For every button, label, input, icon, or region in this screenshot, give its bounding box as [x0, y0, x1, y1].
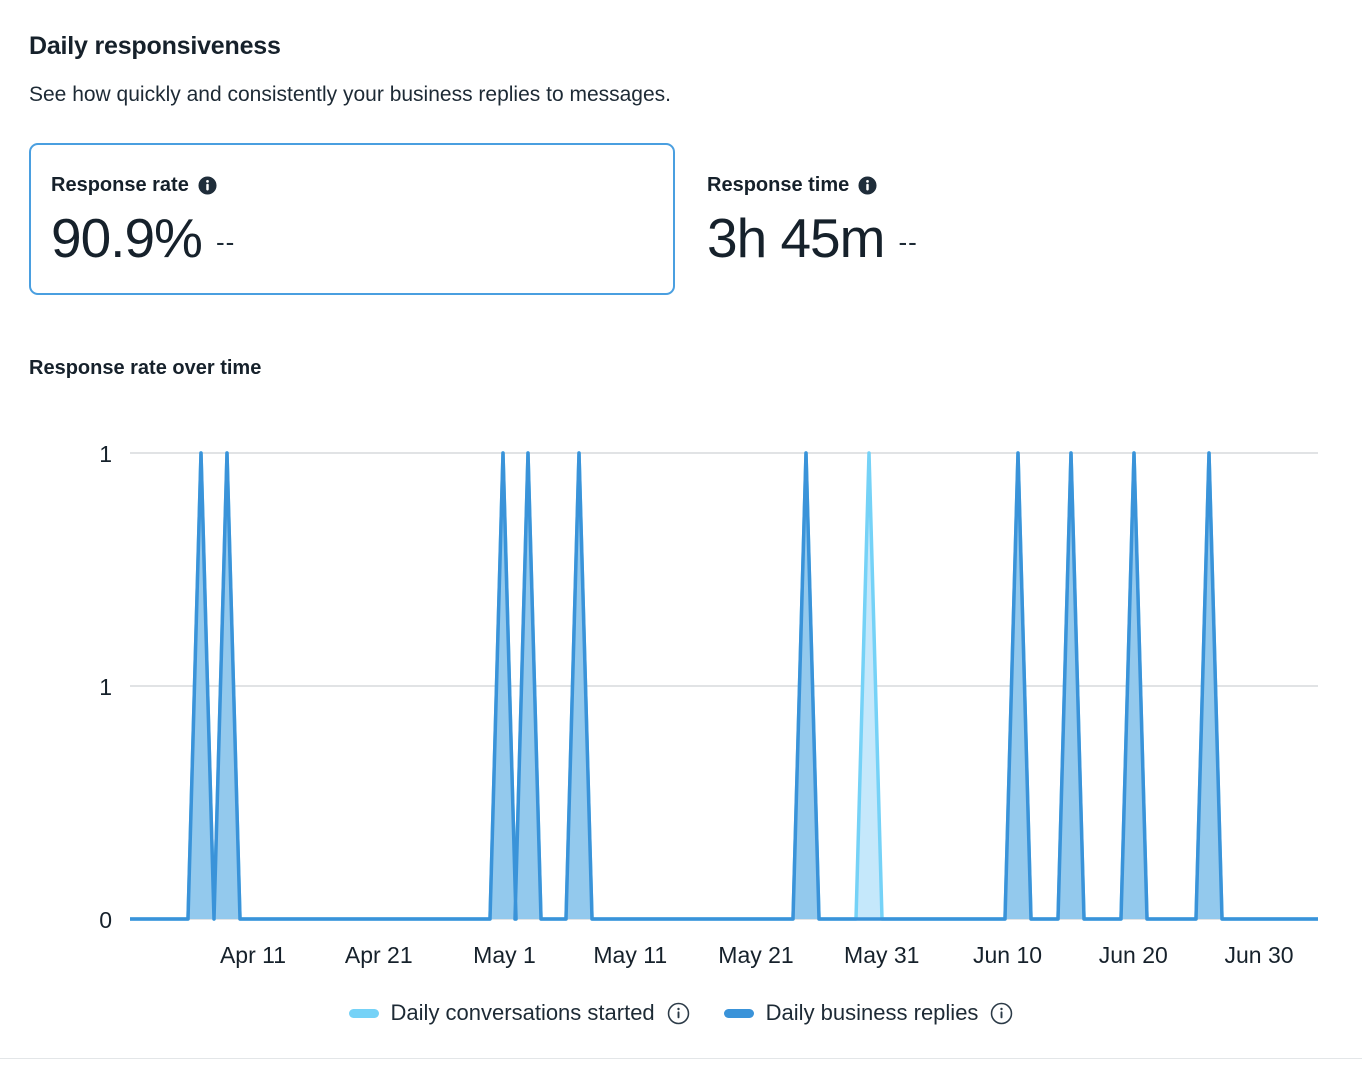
metric-label-row-response-rate: Response rate — [51, 172, 673, 198]
page-title: Daily responsiveness — [29, 32, 281, 60]
svg-text:Jun 20: Jun 20 — [1099, 942, 1168, 968]
svg-text:1: 1 — [99, 441, 112, 467]
info-outline-icon[interactable] — [667, 1002, 690, 1025]
info-outline-icon[interactable] — [990, 1002, 1013, 1025]
daily-responsiveness-panel: Daily responsiveness See how quickly and… — [0, 0, 1362, 1068]
chart-svg: 1 1 0 Apr 11 Apr 21 May 1 May 11 May 21 May 31 Ju… — [99, 441, 1318, 968]
svg-text:May 11: May 11 — [593, 942, 667, 968]
chart-legend: Daily conversations started Daily busine… — [0, 1000, 1362, 1026]
svg-text:Jun 30: Jun 30 — [1224, 942, 1293, 968]
metric-value-row-response-rate: 90.9% -- — [51, 207, 673, 269]
metric-card-response-rate[interactable]: Response rate 90.9% -- — [29, 143, 675, 295]
metric-label-row-response-time: Response time — [707, 172, 1319, 198]
svg-text:1: 1 — [99, 674, 112, 700]
page-subtitle: See how quickly and consistently your bu… — [29, 83, 671, 106]
info-filled-icon[interactable] — [198, 175, 217, 195]
legend-item-business-replies[interactable]: Daily business replies — [723, 1000, 1014, 1026]
svg-text:Jun 10: Jun 10 — [973, 942, 1042, 968]
response-rate-chart[interactable]: 1 1 0 Apr 11 Apr 21 May 1 May 11 May 21 May 31 Ju… — [0, 420, 1362, 1000]
metric-card-response-time[interactable]: Response time 3h 45m -- — [675, 143, 1321, 295]
metric-label-response-rate: Response rate — [51, 174, 189, 196]
legend-swatch-business-replies — [723, 1008, 754, 1018]
svg-text:May 21: May 21 — [718, 942, 793, 968]
legend-item-conversations-started[interactable]: Daily conversations started — [348, 1000, 690, 1026]
svg-text:Apr 21: Apr 21 — [345, 942, 413, 968]
svg-text:May 31: May 31 — [844, 942, 919, 968]
svg-text:Apr 11: Apr 11 — [220, 942, 286, 968]
metric-delta-response-rate: -- — [215, 227, 236, 257]
legend-swatch-conversations-started — [348, 1008, 379, 1018]
legend-label-business-replies: Daily business replies — [765, 1000, 979, 1025]
bottom-divider — [0, 1058, 1362, 1059]
svg-text:May 1: May 1 — [473, 942, 536, 968]
legend-label-conversations-started: Daily conversations started — [390, 1000, 655, 1025]
chart-title: Response rate over time — [29, 357, 262, 379]
metric-card-group: Response rate 90.9% -- Response time 3h … — [29, 143, 1321, 295]
svg-text:0: 0 — [99, 907, 112, 933]
metric-value-response-rate: 90.9% — [51, 207, 203, 269]
metric-delta-response-time: -- — [898, 227, 918, 257]
info-filled-icon[interactable] — [858, 175, 877, 195]
metric-value-row-response-time: 3h 45m -- — [707, 207, 1319, 269]
metric-label-response-time: Response time — [707, 174, 850, 196]
metric-value-response-time: 3h 45m — [707, 207, 885, 269]
